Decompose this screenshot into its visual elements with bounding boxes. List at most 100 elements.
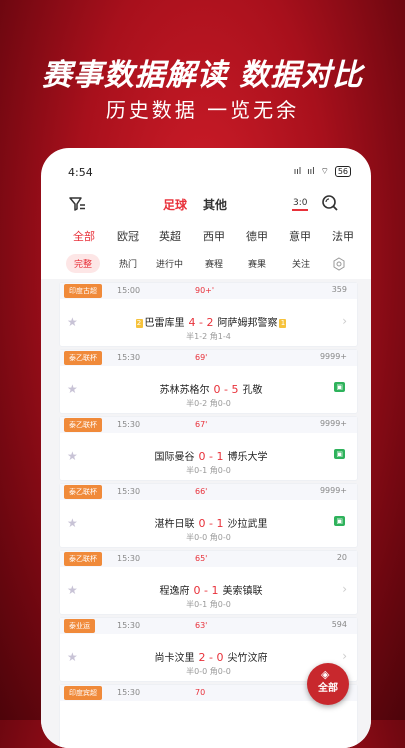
match-half-corner: 半0-2 角0-0 <box>186 399 231 408</box>
promo-subtitle: 历史数据 一览无余 <box>105 98 300 122</box>
heat-count: 9999+ <box>319 352 347 361</box>
match-card[interactable]: 泰乙联杯 15:30 66' 9999+ 湛杵日联 0 - 1 沙拉武里 半0-0 角0-0 ★… <box>59 483 358 548</box>
away-team: 沙拉武里 <box>227 519 268 530</box>
match-half-corner: 半0-1 角0-0 <box>186 600 231 609</box>
tab-league-ucl[interactable]: 欧冠 <box>117 228 139 244</box>
league-badge: 泰乙联杯 <box>64 552 102 566</box>
away-team: 美索镇联 <box>222 586 263 597</box>
league-badge: 印度古超 <box>64 284 102 298</box>
league-badge: 印度宾超 <box>64 686 102 700</box>
tab-status-live[interactable]: 进行中 <box>156 257 183 270</box>
live-video-icon[interactable]: ▣ <box>334 516 345 526</box>
match-minute: 70 <box>195 688 206 697</box>
match-minute: 90+' <box>195 286 215 295</box>
away-card-count: 1 <box>279 319 287 328</box>
match-minute: 63' <box>195 621 208 630</box>
tab-status-results[interactable]: 赛果 <box>248 257 266 270</box>
match-minute: 66' <box>195 487 208 496</box>
match-card[interactable]: 泰乙联杯 15:30 65' 20 程逸府 0 - 1 美索镇联 半0-1 角0-0 ★ › <box>59 550 358 615</box>
match-card-header: 泰乙联杯 15:30 66' 9999+ <box>60 484 357 500</box>
favorite-star-icon[interactable]: ★ <box>67 516 78 530</box>
tab-league-seriea[interactable]: 意甲 <box>289 228 311 244</box>
match-teams: 尚卡汶里 2 - 0 尖竹汶府 <box>100 649 322 664</box>
chevron-right-icon: › <box>342 314 347 328</box>
tab-football[interactable]: 足球 <box>163 196 187 213</box>
kickoff-time: 15:30 <box>117 353 141 362</box>
scoreboard-icon[interactable]: 3:0 <box>292 197 309 211</box>
match-score: 0 - 1 <box>193 584 219 597</box>
tab-other[interactable]: 其他 <box>203 196 227 213</box>
favorite-star-icon[interactable]: ★ <box>67 449 78 463</box>
match-score: 0 - 5 <box>213 383 239 396</box>
chevron-right-icon: › <box>342 582 347 596</box>
match-half-corner: 半1-2 角1-4 <box>186 332 231 341</box>
chevron-right-icon: › <box>342 649 347 663</box>
live-video-icon[interactable]: ▣ <box>334 382 345 392</box>
tab-league-bundesliga[interactable]: 德甲 <box>246 228 268 244</box>
league-badge: 泰乙联杯 <box>64 351 102 365</box>
status-icons: ııl ııl ⌔ 56 <box>291 166 351 177</box>
all-float-button[interactable]: ◈ 全部 <box>307 663 349 705</box>
match-score: 0 - 1 <box>198 450 224 463</box>
match-card[interactable]: 泰乙联杯 15:30 67' 9999+ 国际曼谷 0 - 1 博乐大学 半0-1 角0-0 ★… <box>59 416 358 481</box>
wifi-icon: ⌔ <box>320 167 329 177</box>
heat-count: 9999+ <box>319 486 347 495</box>
home-team: 国际曼谷 <box>154 452 195 463</box>
tab-status-following[interactable]: 关注 <box>292 257 310 270</box>
match-teams: 苏林苏格尔 0 - 5 孔敬 <box>100 381 322 396</box>
match-half-corner: 半0-1 角0-0 <box>186 466 231 475</box>
kickoff-time: 15:30 <box>117 554 141 563</box>
match-score: 2 - 0 <box>198 651 224 664</box>
tab-league-epl[interactable]: 英超 <box>159 228 181 244</box>
tab-league-laliga[interactable]: 西甲 <box>203 228 225 244</box>
league-badge: 泰乙联杯 <box>64 485 102 499</box>
heat-count: 359 <box>331 285 347 294</box>
match-teams: 国际曼谷 0 - 1 博乐大学 <box>100 448 322 463</box>
settings-icon[interactable] <box>332 257 346 271</box>
layers-icon: ◈ <box>321 668 330 681</box>
status-tabs: 完整 热门 进行中 赛程 赛果 关注 <box>41 254 371 276</box>
top-bar: 足球 其他 3:0 <box>41 192 371 218</box>
home-card-count: 2 <box>135 319 143 328</box>
match-card[interactable]: 印度古超 15:00 90+' 359 2 巴雷库里 4 - 2 阿萨姆邦警察 1 半1-2 角1… <box>59 282 358 347</box>
favorite-star-icon[interactable]: ★ <box>67 315 78 329</box>
match-minute: 65' <box>195 554 208 563</box>
home-team: 巴雷库里 <box>144 318 185 329</box>
away-team: 博乐大学 <box>227 452 268 463</box>
kickoff-time: 15:30 <box>117 621 141 630</box>
league-tabs: 全部 欧冠 英超 西甲 德甲 意甲 法甲 <box>41 228 371 248</box>
favorite-star-icon[interactable]: ★ <box>67 382 78 396</box>
match-minute: 69' <box>195 353 208 362</box>
live-video-icon[interactable]: ▣ <box>334 449 345 459</box>
match-half-corner: 半0-0 角0-0 <box>186 533 231 542</box>
kickoff-time: 15:00 <box>117 286 141 295</box>
league-badge: 泰乙联杯 <box>64 418 102 432</box>
home-team: 程逸府 <box>159 586 190 597</box>
match-score: 0 - 1 <box>198 517 224 530</box>
battery-icon: 56 <box>334 166 351 177</box>
all-button-label: 全部 <box>318 683 338 694</box>
tab-league-all[interactable]: 全部 <box>73 228 95 244</box>
match-card-header: 泰业运 15:30 63' 594 <box>60 618 357 634</box>
filter-icon[interactable] <box>67 194 87 214</box>
match-card-header: 印度古超 15:00 90+' 359 <box>60 283 357 299</box>
match-card[interactable]: 泰乙联杯 15:30 69' 9999+ 苏林苏格尔 0 - 5 孔敬半0-2 角0-0 ★ ▣ <box>59 349 358 414</box>
search-icon[interactable] <box>321 194 339 212</box>
tab-status-hot[interactable]: 热门 <box>119 257 137 270</box>
status-time: 4:54 <box>68 166 93 179</box>
status-bar: 4:54 ııl ııl ⌔ 56 <box>68 166 351 182</box>
heat-count: 9999+ <box>319 419 347 428</box>
match-teams: 程逸府 0 - 1 美索镇联 <box>100 582 322 597</box>
away-team: 孔敬 <box>242 385 263 396</box>
match-teams: 湛杵日联 0 - 1 沙拉武里 <box>100 515 322 530</box>
tab-status-full[interactable]: 完整 <box>66 254 101 273</box>
favorite-star-icon[interactable]: ★ <box>67 650 78 664</box>
tab-league-ligue1[interactable]: 法甲 <box>332 228 354 244</box>
tab-status-schedule[interactable]: 赛程 <box>205 257 223 270</box>
phone-screen: 4:54 ııl ııl ⌔ 56 足球 其他 3:0 全部 欧冠 英超 西甲 … <box>41 148 371 748</box>
away-team: 阿萨姆邦警察 <box>217 318 278 329</box>
signal-icon-2: ııl <box>307 167 315 177</box>
match-card-header: 泰乙联杯 15:30 69' 9999+ <box>60 350 357 366</box>
away-team: 尖竹汶府 <box>227 653 268 664</box>
favorite-star-icon[interactable]: ★ <box>67 583 78 597</box>
